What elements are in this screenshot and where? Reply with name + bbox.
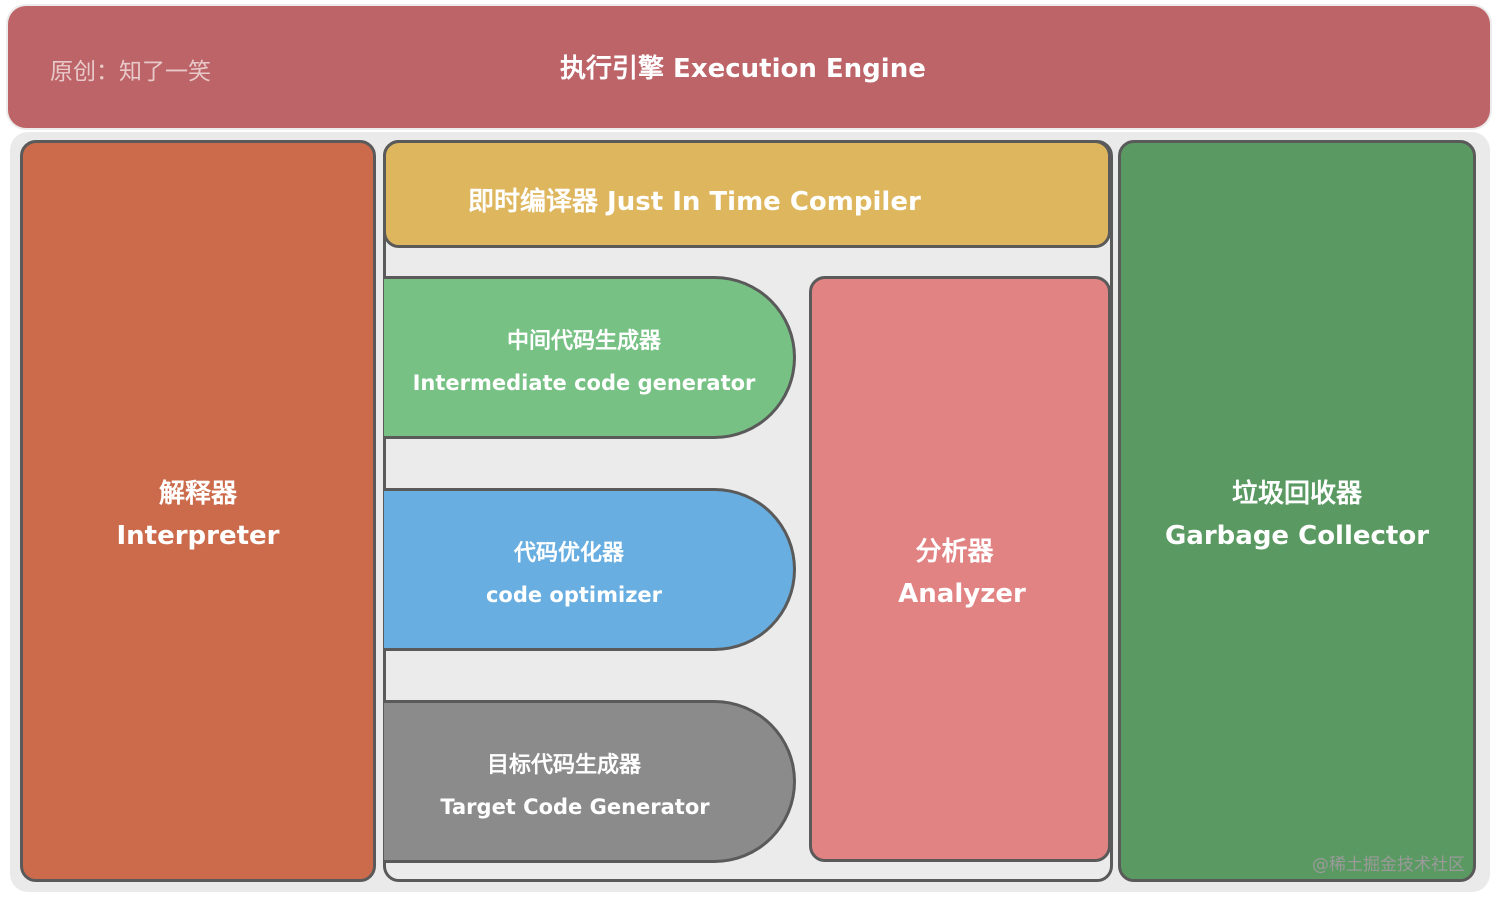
target-code-generator-label-cn: 目标代码生成器: [486, 753, 641, 778]
interpreter-label-en: Interpreter: [116, 521, 280, 551]
author-credit: 原创：知了一笑: [50, 59, 211, 85]
jit-compiler-title: 即时编译器 Just In Time Compiler: [468, 187, 921, 217]
analyzer-label-cn: 分析器: [915, 537, 994, 567]
intermediate-code-generator-label-en: Intermediate code generator: [412, 371, 756, 395]
analyzer-label-en: Analyzer: [898, 579, 1026, 609]
interpreter-label-cn: 解释器: [158, 479, 237, 509]
intermediate-code-generator-label-cn: 中间代码生成器: [506, 329, 661, 354]
watermark: @稀土掘金技术社区: [1312, 855, 1465, 875]
target-code-generator-block: 目标代码生成器 Target Code Generator: [384, 700, 796, 863]
code-optimizer-block: 代码优化器 code optimizer: [384, 488, 796, 651]
intermediate-code-generator-block: 中间代码生成器 Intermediate code generator: [384, 276, 796, 439]
garbage-collector-block: 垃圾回收器 Garbage Collector: [1118, 140, 1476, 882]
jit-compiler-header: 即时编译器 Just In Time Compiler: [383, 140, 1111, 248]
code-optimizer-label-en: code optimizer: [485, 583, 663, 607]
target-code-generator-label-en: Target Code Generator: [440, 795, 710, 819]
garbage-collector-label-cn: 垃圾回收器: [1231, 479, 1362, 509]
garbage-collector-label-en: Garbage Collector: [1164, 521, 1430, 551]
code-optimizer-label-cn: 代码优化器: [513, 541, 624, 566]
execution-engine-title: 执行引擎 Execution Engine: [560, 54, 926, 84]
analyzer-block: 分析器 Analyzer: [809, 276, 1111, 862]
interpreter-block: 解释器 Interpreter: [20, 140, 376, 882]
